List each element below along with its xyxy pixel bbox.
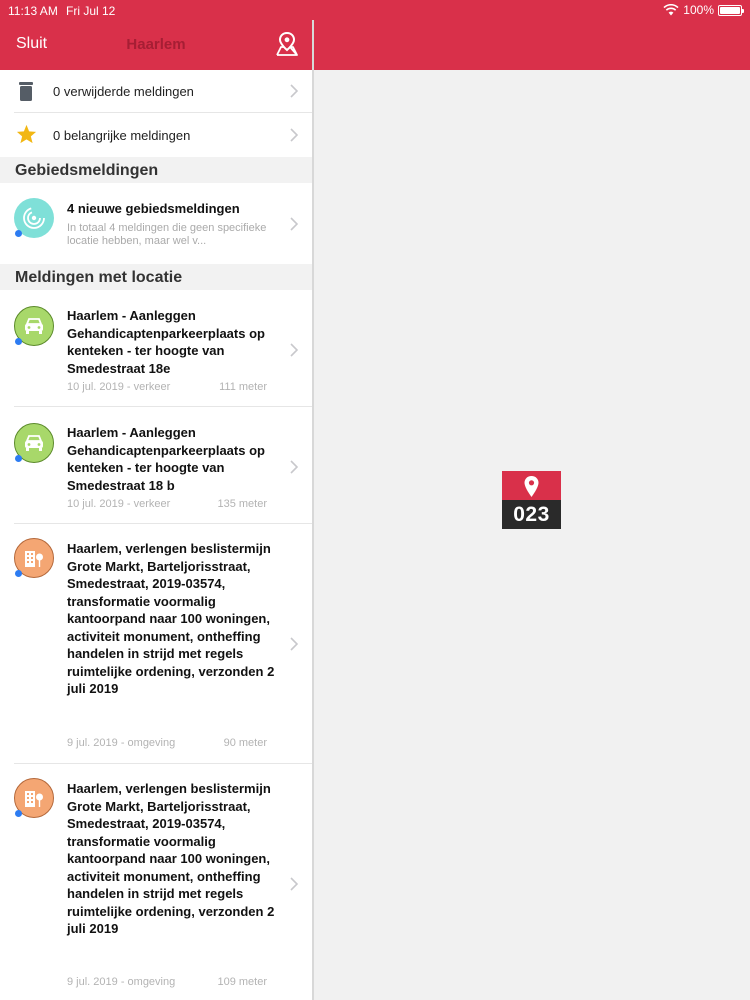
list-item[interactable]: Haarlem - Aanleggen Gehandicaptenparkeer… — [0, 407, 312, 524]
unread-dot — [15, 810, 22, 817]
unread-dot — [15, 455, 22, 462]
notification-list-pane: Sluit Haarlem 0 verwijderde meldingen 0 … — [0, 0, 312, 1000]
app-logo: 023 — [502, 471, 561, 529]
chevron-right-icon — [290, 84, 298, 98]
status-right: 100% — [663, 3, 744, 17]
chevron-right-icon — [290, 128, 298, 142]
notification-meta: 9 jul. 2019 - omgeving 109 meter — [67, 976, 267, 988]
area-notifications-row[interactable]: 4 nieuwe gebiedsmeldingen In totaal 4 me… — [0, 183, 312, 264]
list-item[interactable]: Haarlem - Aanleggen Gehandicaptenparkeer… — [0, 290, 312, 407]
trash-icon — [19, 82, 33, 101]
section-header-location: Meldingen met locatie — [0, 264, 312, 290]
notification-meta: 9 jul. 2019 - omgeving 90 meter — [67, 737, 267, 749]
notification-date-category: 9 jul. 2019 - omgeving — [67, 976, 176, 988]
chevron-right-icon — [290, 217, 298, 231]
list-item[interactable]: Haarlem, verlengen beslistermijn Grote M… — [0, 764, 312, 1000]
chevron-right-icon — [290, 637, 298, 651]
deleted-notifications-row[interactable]: 0 verwijderde meldingen — [0, 70, 312, 113]
location-pin-icon — [524, 476, 539, 497]
status-bar: 11:13 AM Fri Jul 12 100% — [0, 0, 750, 20]
notification-date-category: 10 jul. 2019 - verkeer — [67, 498, 171, 510]
chevron-right-icon — [290, 877, 298, 891]
detail-navigation-bar — [314, 20, 750, 70]
notification-title: Haarlem, verlengen beslistermijn Grote M… — [67, 781, 275, 936]
notification-meta: 10 jul. 2019 - verkeer 111 meter — [67, 381, 267, 393]
battery-percent: 100% — [683, 3, 714, 17]
deleted-notifications-label: 0 verwijderde meldingen — [53, 84, 194, 99]
notification-title: 4 nieuwe gebiedsmeldingen — [67, 201, 240, 216]
logo-text: 023 — [502, 500, 561, 529]
notification-distance: 109 meter — [217, 976, 267, 988]
chevron-right-icon — [290, 460, 298, 474]
notification-title: Haarlem, verlengen beslistermijn Grote M… — [67, 541, 275, 696]
notification-date-category: 9 jul. 2019 - omgeving — [67, 737, 176, 749]
notification-distance: 111 meter — [219, 381, 267, 393]
notification-date-category: 10 jul. 2019 - verkeer — [67, 381, 171, 393]
important-notifications-label: 0 belangrijke meldingen — [53, 128, 191, 143]
map-pin-icon[interactable] — [276, 32, 298, 56]
wifi-icon — [663, 4, 679, 16]
notification-title: Haarlem - Aanleggen Gehandicaptenparkeer… — [67, 425, 265, 493]
status-time: 11:13 AM — [8, 4, 58, 18]
list-item[interactable]: Haarlem, verlengen beslistermijn Grote M… — [0, 524, 312, 764]
page-title: Haarlem — [126, 36, 186, 53]
important-notifications-row[interactable]: 0 belangrijke meldingen — [0, 113, 312, 157]
star-icon — [16, 124, 37, 144]
unread-dot — [15, 338, 22, 345]
chevron-right-icon — [290, 343, 298, 357]
status-date: Fri Jul 12 — [66, 4, 116, 18]
notification-distance: 90 meter — [223, 737, 267, 749]
section-title: Gebiedsmeldingen — [15, 162, 159, 179]
unread-dot — [15, 570, 22, 577]
section-header-area: Gebiedsmeldingen — [0, 157, 312, 183]
notification-title: Haarlem - Aanleggen Gehandicaptenparkeer… — [67, 308, 265, 376]
notification-subtitle: In totaal 4 meldingen die geen specifiek… — [67, 222, 267, 247]
notification-distance: 135 meter — [217, 498, 267, 510]
unread-dot — [15, 230, 22, 237]
battery-icon — [718, 4, 744, 16]
navigation-bar: Sluit Haarlem — [0, 20, 312, 70]
notification-meta: 10 jul. 2019 - verkeer 135 meter — [67, 498, 267, 510]
section-title: Meldingen met locatie — [15, 269, 183, 286]
